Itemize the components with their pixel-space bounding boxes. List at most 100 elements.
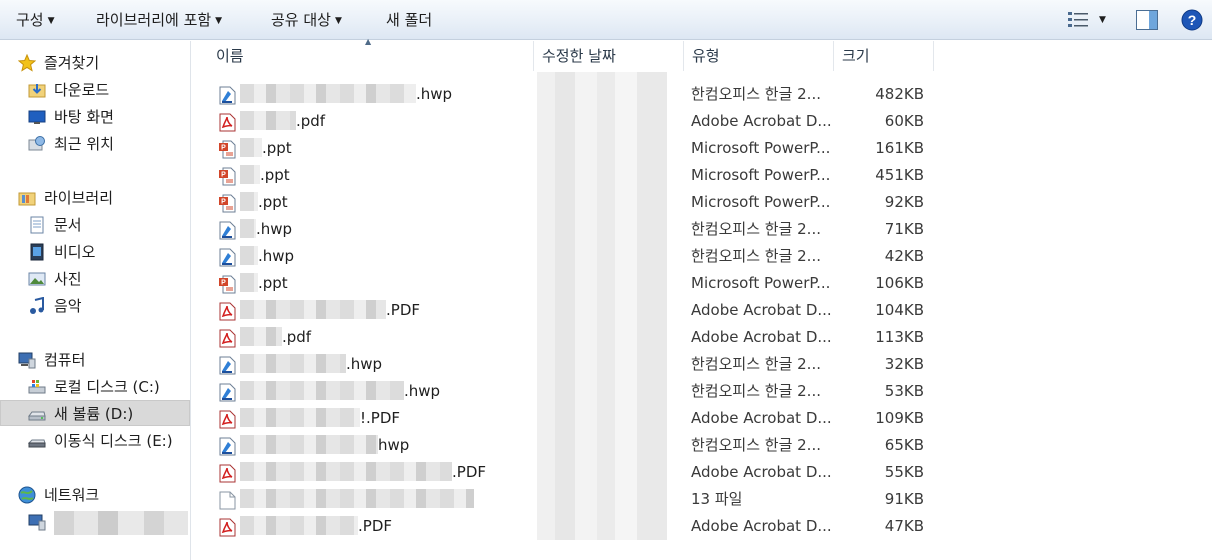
- ppt-icon: P: [219, 140, 236, 159]
- file-name[interactable]: [240, 486, 474, 513]
- file-name[interactable]: .ppt: [240, 270, 288, 297]
- file-extension: .ppt: [258, 193, 288, 211]
- nav-videos-label: 비디오: [54, 243, 96, 261]
- column-name-label: 이름: [216, 47, 244, 65]
- pdf-icon: [219, 410, 236, 429]
- file-name[interactable]: .ppt: [240, 135, 292, 162]
- nav-new-volume-label: 새 볼륨 (D:): [54, 405, 134, 423]
- file-name[interactable]: !.PDF: [240, 405, 400, 432]
- file-row[interactable]: .PDF Adobe Acrobat D... 104KB: [192, 297, 1212, 324]
- file-row[interactable]: .hwp 한컴오피스 한글 2... 53KB: [192, 378, 1212, 405]
- file-name[interactable]: .ppt: [240, 189, 288, 216]
- hwp-icon: [219, 356, 236, 375]
- share-with-button[interactable]: 공유 대상 ▼: [271, 0, 342, 40]
- removable-drive-icon: [27, 432, 46, 450]
- file-extension: .hwp: [404, 382, 441, 400]
- documents-icon: [28, 216, 46, 234]
- file-row[interactable]: .PDF Adobe Acrobat D... 55KB: [192, 459, 1212, 486]
- file-name-redacted: [240, 353, 346, 373]
- file-name-redacted: [240, 191, 258, 211]
- file-name-redacted: [240, 83, 416, 103]
- file-row[interactable]: .hwp 한컴오피스 한글 2... 32KB: [192, 351, 1212, 378]
- file-name[interactable]: .ppt: [240, 162, 290, 189]
- ppt-icon: P: [219, 167, 236, 186]
- preview-pane-icon[interactable]: [1136, 10, 1158, 34]
- nav-pictures-label: 사진: [54, 270, 82, 288]
- file-extension: .PDF: [386, 301, 420, 319]
- file-size: 55KB: [884, 463, 924, 481]
- file-name[interactable]: .hwp: [240, 378, 440, 405]
- file-name[interactable]: .hwp: [240, 216, 292, 243]
- file-name[interactable]: .pdf: [240, 324, 311, 351]
- file-name[interactable]: .pdf: [240, 108, 325, 135]
- windows-drive-icon: [28, 378, 46, 396]
- video-icon: [28, 243, 46, 261]
- hwp-icon: [219, 86, 236, 105]
- column-header-size[interactable]: 크기: [834, 41, 934, 71]
- pdf-icon: [219, 113, 236, 132]
- file-size: 60KB: [884, 112, 924, 130]
- file-name[interactable]: .PDF: [240, 297, 420, 324]
- ppt-icon: P: [219, 275, 236, 294]
- file-type: Adobe Acrobat D...: [691, 517, 832, 535]
- file-row[interactable]: hwp 한컴오피스 한글 2... 65KB: [192, 432, 1212, 459]
- file-size: 65KB: [884, 436, 924, 454]
- file-name-redacted: [240, 515, 358, 535]
- file-name-redacted: [240, 164, 260, 184]
- file-row[interactable]: !.PDF Adobe Acrobat D... 109KB: [192, 405, 1212, 432]
- file-extension: hwp: [378, 436, 410, 454]
- svg-text:?: ?: [1188, 12, 1197, 28]
- file-extension: .hwp: [258, 247, 295, 265]
- file-name-redacted: [240, 461, 452, 481]
- file-name-redacted: [240, 137, 262, 157]
- file-row[interactable]: 13 파일 91KB: [192, 486, 1212, 513]
- file-row[interactable]: .pdf Adobe Acrobat D... 113KB: [192, 324, 1212, 351]
- file-name[interactable]: .PDF: [240, 459, 486, 486]
- organize-button[interactable]: 구성 ▼: [16, 0, 55, 40]
- sort-ascending-icon: ▲: [365, 37, 372, 46]
- column-header-date-modified[interactable]: 수정한 날짜: [534, 41, 684, 71]
- file-extension: .ppt: [258, 274, 288, 292]
- view-dropdown-icon[interactable]: ▼: [1099, 0, 1106, 40]
- file-name-redacted: [240, 245, 258, 265]
- file-row[interactable]: P .ppt Microsoft PowerP... 451KB: [192, 162, 1212, 189]
- blank-file-icon: [219, 491, 236, 510]
- nav-computer-label: 컴퓨터: [44, 351, 86, 369]
- svg-text:P: P: [221, 199, 226, 206]
- dropdown-arrow-icon: ▼: [215, 16, 223, 26]
- new-folder-button[interactable]: 새 폴더: [386, 0, 432, 40]
- file-row[interactable]: .hwp 한컴오피스 한글 2... 71KB: [192, 216, 1212, 243]
- include-in-library-button[interactable]: 라이브러리에 포함 ▼: [96, 0, 222, 40]
- column-size-label: 크기: [842, 47, 870, 65]
- nav-removable-disk-label: 이동식 디스크 (E:): [54, 432, 173, 450]
- file-name[interactable]: .hwp: [240, 351, 382, 378]
- file-extension: !.PDF: [360, 409, 401, 427]
- file-row[interactable]: .pdf Adobe Acrobat D... 60KB: [192, 108, 1212, 135]
- file-row[interactable]: P .ppt Microsoft PowerP... 161KB: [192, 135, 1212, 162]
- file-name[interactable]: .hwp: [240, 243, 294, 270]
- file-extension: .PDF: [358, 517, 392, 535]
- music-icon: [28, 296, 46, 315]
- column-header-type[interactable]: 유형: [684, 41, 834, 71]
- file-row[interactable]: .PDF Adobe Acrobat D... 47KB: [192, 513, 1212, 540]
- help-icon[interactable]: ?: [1181, 9, 1203, 35]
- column-type-label: 유형: [692, 47, 720, 65]
- file-row[interactable]: .hwp 한컴오피스 한글 2... 42KB: [192, 243, 1212, 270]
- file-type: Adobe Acrobat D...: [691, 301, 832, 319]
- star-icon: [17, 53, 37, 72]
- recent-places-icon: [28, 135, 46, 153]
- include-in-library-label: 라이브러리에 포함: [96, 11, 212, 29]
- file-name-redacted: [240, 488, 474, 508]
- file-row[interactable]: P .ppt Microsoft PowerP... 106KB: [192, 270, 1212, 297]
- pdf-icon: [219, 464, 236, 483]
- file-size: 47KB: [884, 517, 924, 535]
- file-name[interactable]: hwp: [240, 432, 409, 459]
- file-row[interactable]: .hwp 한컴오피스 한글 2... 482KB: [192, 81, 1212, 108]
- file-size: 104KB: [875, 301, 924, 319]
- file-type: 한컴오피스 한글 2...: [691, 355, 821, 373]
- file-name[interactable]: .hwp: [240, 81, 452, 108]
- file-row[interactable]: P .ppt Microsoft PowerP... 92KB: [192, 189, 1212, 216]
- view-options-icon[interactable]: [1068, 11, 1088, 33]
- file-name[interactable]: .PDF: [240, 513, 392, 540]
- file-size: 106KB: [875, 274, 924, 292]
